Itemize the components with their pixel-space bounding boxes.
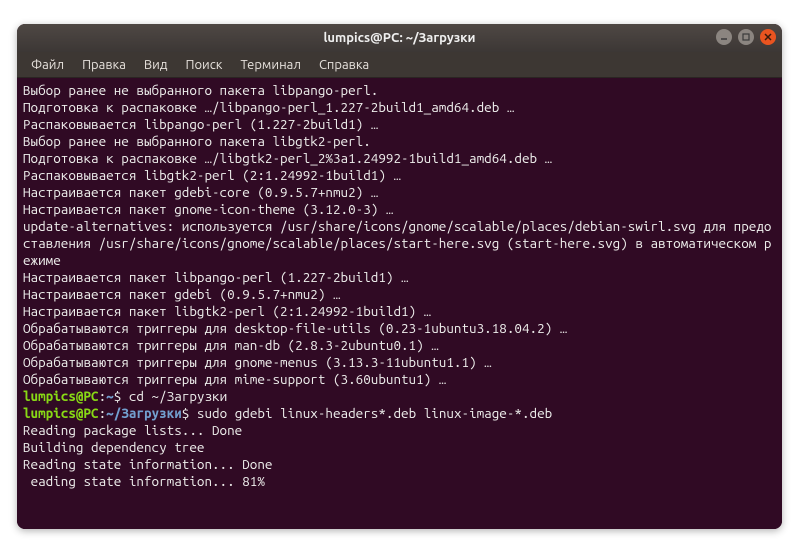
output-line: Reading package lists... Done <box>23 422 242 438</box>
window-title: lumpics@PC: ~/Загрузки <box>323 31 475 45</box>
output-line: Подготовка к распаковке …/libpango-perl_… <box>23 99 514 115</box>
output-line: Выбор ранее не выбранного пакета libpang… <box>23 82 378 98</box>
output-line: eading state information... 81% <box>23 473 265 489</box>
menu-view[interactable]: Вид <box>136 55 176 75</box>
output-line: Распаковывается libpango-perl (1.227-2bu… <box>23 116 378 132</box>
menu-help[interactable]: Справка <box>311 55 377 75</box>
menu-file[interactable]: Файл <box>23 55 72 75</box>
menubar: Файл Правка Вид Поиск Терминал Справка <box>17 52 782 78</box>
command-text: cd ~/Загрузки <box>129 388 227 404</box>
output-line: Настраивается пакет gdebi-core (0.9.5.7+… <box>23 184 378 200</box>
output-line: Обрабатываются триггеры для man-db (2.8.… <box>23 337 439 353</box>
output-line: Building dependency tree <box>23 439 204 455</box>
output-line: Выбор ранее не выбранного пакета libgtk2… <box>23 133 371 149</box>
prompt-path: ~ <box>106 388 114 404</box>
prompt-path: ~/Загрузки <box>106 405 182 421</box>
output-line: Подготовка к распаковке …/libgtk2-perl_2… <box>23 150 552 166</box>
prompt-host: PC <box>83 405 98 421</box>
output-line: Обрабатываются триггеры для desktop-file… <box>23 320 567 336</box>
command-text: sudo gdebi linux-headers*.deb linux-imag… <box>197 405 552 421</box>
output-line: Обрабатываются триггеры для gnome-menus … <box>23 354 492 370</box>
maximize-button[interactable] <box>738 29 754 45</box>
output-line: update-alternatives: используется /usr/s… <box>23 218 771 268</box>
output-line: Обрабатываются триггеры для mime-support… <box>23 371 446 387</box>
minimize-button[interactable] <box>716 29 732 45</box>
terminal-body[interactable]: Выбор ранее не выбранного пакета libpang… <box>17 78 782 529</box>
output-line: Настраивается пакет gnome-icon-theme (3.… <box>23 201 393 217</box>
output-line: Распаковывается libgtk2-perl (2:1.24992-… <box>23 167 401 183</box>
output-line: Настраивается пакет libgtk2-perl (2:1.24… <box>23 303 431 319</box>
prompt-user: lumpics <box>23 388 76 404</box>
close-button[interactable] <box>760 29 776 45</box>
window-controls <box>716 29 776 45</box>
titlebar: lumpics@PC: ~/Загрузки <box>17 24 782 52</box>
menu-terminal[interactable]: Терминал <box>232 55 308 75</box>
prompt-user: lumpics <box>23 405 76 421</box>
prompt-host: PC <box>83 388 98 404</box>
minimize-icon <box>720 33 728 41</box>
output-line: Настраивается пакет gdebi (0.9.5.7+nmu2)… <box>23 286 341 302</box>
close-icon <box>764 33 772 41</box>
menu-search[interactable]: Поиск <box>177 55 230 75</box>
maximize-icon <box>742 33 750 41</box>
menu-edit[interactable]: Правка <box>74 55 134 75</box>
output-line: Настраивается пакет libpango-perl (1.227… <box>23 269 409 285</box>
output-line: Reading state information... Done <box>23 456 272 472</box>
terminal-window: lumpics@PC: ~/Загрузки Файл Правка Вид П… <box>17 24 782 529</box>
